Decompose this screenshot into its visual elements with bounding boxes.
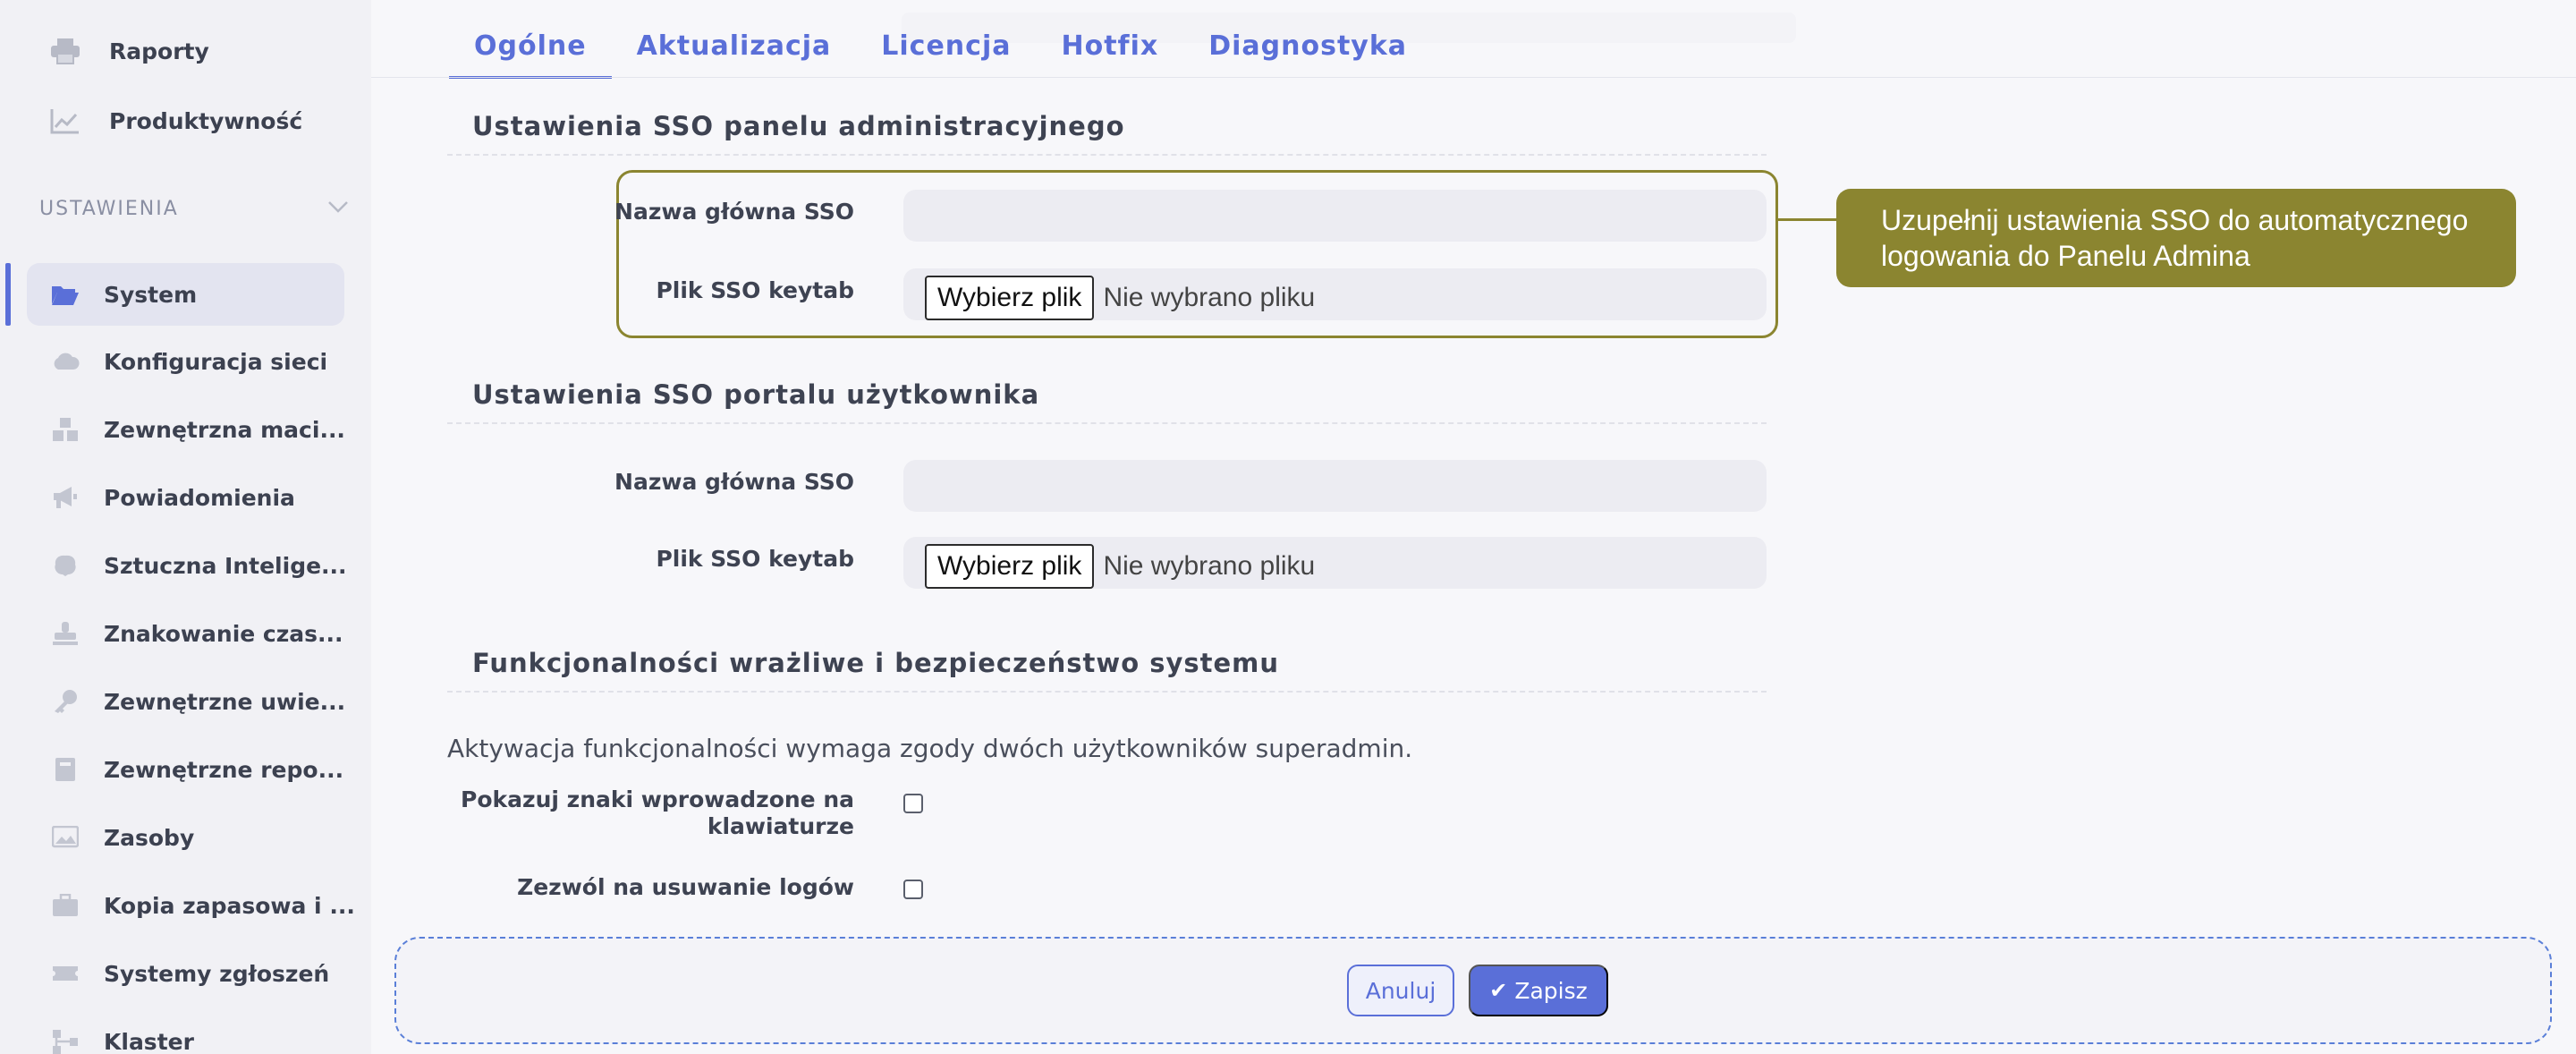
- sidebar: Raporty Produktywność USTAWIENIA System …: [0, 0, 371, 1054]
- allow-delete-logs-label: Zezwól na usuwanie logów: [517, 874, 854, 900]
- sidebar-item-produktywnosc[interactable]: Produktywność: [27, 89, 344, 152]
- save-button-label: Zapisz: [1514, 977, 1588, 1004]
- sso-user-keytab-label: Plik SSO keytab: [656, 546, 854, 572]
- sidebar-item-raporty[interactable]: Raporty: [27, 20, 344, 82]
- sidebar-item-klaster[interactable]: Klaster: [27, 1010, 344, 1054]
- sidebar-item-systemy-zgloszen[interactable]: Systemy zgłoszeń: [27, 942, 344, 1005]
- check-icon: ✔: [1489, 978, 1508, 1003]
- sidebar-item-label: Zasoby: [104, 824, 195, 851]
- tab-aktualizacja[interactable]: Aktualizacja: [612, 23, 857, 79]
- chevron-down-icon[interactable]: [327, 200, 349, 217]
- show-keys-label-line1: Pokazuj znaki wprowadzone na: [461, 786, 854, 812]
- sidebar-item-sztuczna-inteligencja[interactable]: Sztuczna Intelige...: [27, 534, 347, 597]
- sidebar-item-label: Zewnętrzne uwie...: [104, 688, 346, 715]
- sidebar-item-label: System: [104, 281, 198, 308]
- show-keys-label-line2: klawiaturze: [707, 813, 854, 839]
- sidebar-item-zewnetrzne-repozytoria[interactable]: Zewnętrzne repo...: [27, 738, 344, 801]
- briefcase-icon: [50, 890, 80, 921]
- sso-admin-keytab-field: Wybierz plik Nie wybrano pliku: [903, 268, 1767, 320]
- callout-connector: [1778, 218, 1837, 221]
- sidebar-item-system[interactable]: System: [5, 263, 344, 326]
- sidebar-item-label: Produktywność: [109, 107, 303, 134]
- sidebar-item-powiadomienia[interactable]: Powiadomienia: [27, 466, 344, 529]
- cubes-icon: [50, 414, 80, 445]
- sidebar-item-label: Zewnętrzne repo...: [104, 756, 344, 783]
- stamp-icon: [50, 618, 80, 649]
- divider: [447, 422, 1767, 424]
- sso-admin-heading: Ustawienia SSO panelu administracyjnego: [472, 111, 1125, 141]
- cancel-button[interactable]: Anuluj: [1347, 965, 1454, 1016]
- sso-admin-file-status: Nie wybrano pliku: [1103, 283, 1316, 312]
- settings-section-header[interactable]: USTAWIENIA: [39, 195, 349, 222]
- show-keys-label: Pokazuj znaki wprowadzone na klawiaturze: [461, 786, 854, 840]
- sidebar-item-label: Systemy zgłoszeń: [104, 960, 330, 987]
- section-title: USTAWIENIA: [39, 197, 179, 220]
- image-icon: [50, 822, 80, 853]
- tab-diagnostyka[interactable]: Diagnostyka: [1183, 23, 1432, 79]
- tab-bar: Ogólne Aktualizacja Licencja Hotfix Diag…: [449, 23, 1432, 79]
- sidebar-item-label: Klaster: [104, 1028, 194, 1054]
- printer-icon: [50, 36, 80, 66]
- cloud-icon: [50, 346, 80, 377]
- sso-user-keytab-field: Wybierz plik Nie wybrano pliku: [903, 537, 1767, 589]
- sso-user-name-input[interactable]: [903, 460, 1767, 512]
- sso-user-name-label: Nazwa główna SSO: [614, 469, 854, 495]
- sidebar-item-label: Zewnętrzna maci...: [104, 416, 345, 443]
- sso-user-file-button[interactable]: Wybierz plik: [925, 544, 1095, 589]
- network-icon: [50, 1026, 80, 1054]
- sidebar-item-kopia-zapasowa[interactable]: Kopia zapasowa i ...: [27, 874, 355, 937]
- save-button[interactable]: ✔ Zapisz: [1469, 965, 1608, 1016]
- chart-line-icon: [50, 106, 80, 136]
- show-keys-checkbox[interactable]: [903, 794, 923, 813]
- sidebar-item-label: Raporty: [109, 38, 209, 64]
- sidebar-item-znakowanie-czasem[interactable]: Znakowanie czas...: [27, 602, 344, 665]
- ticket-icon: [50, 958, 80, 989]
- folder-open-icon: [50, 279, 80, 310]
- security-heading: Funkcjonalności wrażliwe i bezpieczeństw…: [472, 648, 1280, 678]
- sso-user-heading: Ustawienia SSO portalu użytkownika: [472, 379, 1040, 410]
- sidebar-item-zewnetrzna-maszyna[interactable]: Zewnętrzna maci...: [27, 398, 345, 461]
- sso-user-file-status: Nie wybrano pliku: [1103, 551, 1316, 581]
- sidebar-item-label: Znakowanie czas...: [104, 620, 343, 647]
- security-info-text: Aktywacja funkcjonalności wymaga zgody d…: [447, 734, 1413, 763]
- divider: [447, 691, 1767, 693]
- allow-delete-logs-checkbox[interactable]: [903, 880, 923, 899]
- brain-icon: [50, 550, 80, 581]
- sidebar-item-label: Konfiguracja sieci: [104, 348, 328, 375]
- tab-ogolne[interactable]: Ogólne: [449, 23, 612, 79]
- book-icon: [50, 754, 80, 785]
- sidebar-item-label: Kopia zapasowa i ...: [104, 892, 355, 919]
- sso-admin-keytab-label: Plik SSO keytab: [656, 277, 854, 303]
- tab-licencja[interactable]: Licencja: [856, 23, 1036, 79]
- megaphone-icon: [50, 482, 80, 513]
- divider: [447, 154, 1767, 156]
- sso-admin-name-input[interactable]: [903, 190, 1767, 242]
- sso-hint-callout: Uzupełnij ustawienia SSO do automatyczne…: [1836, 189, 2516, 287]
- sso-admin-name-label: Nazwa główna SSO: [614, 199, 854, 225]
- sso-admin-file-button[interactable]: Wybierz plik: [925, 276, 1095, 320]
- sidebar-item-konfiguracja-sieci[interactable]: Konfiguracja sieci: [27, 330, 344, 393]
- sidebar-item-label: Powiadomienia: [104, 484, 295, 511]
- sidebar-item-label: Sztuczna Intelige...: [104, 552, 347, 579]
- sidebar-item-zewnetrzne-uwierzytelnianie[interactable]: Zewnętrzne uwie...: [27, 670, 346, 733]
- key-icon: [50, 686, 80, 717]
- tabs-divider: [371, 77, 2576, 78]
- tab-hotfix[interactable]: Hotfix: [1036, 23, 1183, 79]
- sidebar-item-zasoby[interactable]: Zasoby: [27, 806, 344, 869]
